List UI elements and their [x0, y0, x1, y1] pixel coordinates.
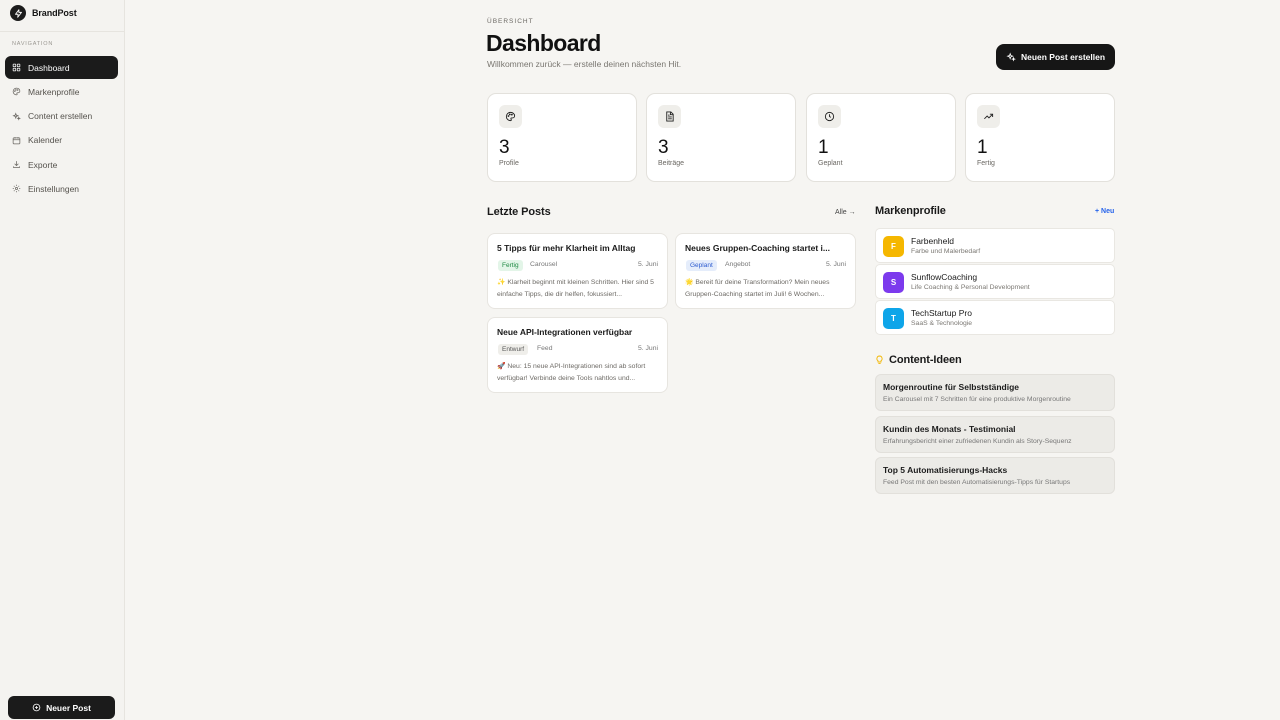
status-badge: Geplant [686, 260, 717, 271]
brand-logo-icon [10, 5, 26, 21]
stat-label: Geplant [818, 160, 843, 167]
idea-card[interactable]: Kundin des Monats - Testimonial Erfahrun… [875, 416, 1115, 453]
grid-icon [12, 63, 21, 72]
idea-description: Feed Post mit den besten Automatisierung… [883, 479, 1071, 486]
post-date: 5. Juni [637, 345, 658, 352]
sidebar-item-label: Einstellungen [28, 183, 80, 194]
sidebar-item-label: Content erstellen [28, 111, 93, 122]
profile-name: Farbenheld [911, 236, 955, 246]
sidebar-nav: Dashboard Markenprofile Content erstelle… [5, 56, 118, 202]
stat-label: Fertig [977, 160, 995, 167]
profiles-title: Markenprofile [875, 205, 946, 217]
sidebar-divider [0, 31, 125, 32]
gear-icon [12, 185, 21, 193]
brand[interactable]: BrandPost [10, 4, 77, 22]
post-title: Neues Gruppen-Coaching startet i... [685, 243, 830, 253]
create-post-label: Neuen Post erstellen [1020, 52, 1106, 62]
page-subtitle: Willkommen zurück — erstelle deinen näch… [487, 59, 682, 69]
post-type: Angebot [725, 261, 751, 268]
clock-icon [818, 105, 841, 128]
post-date: 5. Juni [825, 261, 846, 268]
sidebar: BrandPost NAVIGATION Dashboard Markenpro… [0, 0, 125, 720]
calendar-icon [12, 137, 21, 145]
profile-category: SaaS & Technologie [911, 320, 973, 327]
post-card[interactable]: Neues Gruppen-Coaching startet i... Gepl… [675, 233, 856, 309]
post-type: Carousel [530, 261, 558, 268]
all-posts-link[interactable]: Alle → [835, 209, 856, 216]
status-badge: Entwurf [498, 344, 529, 355]
palette-icon [499, 105, 522, 128]
sidebar-item-label: Kalender [28, 135, 63, 146]
stat-card-geplant: 1 Geplant [806, 93, 956, 182]
profile-category: Farbe und Malerbedarf [911, 248, 981, 255]
post-date: 5. Juni [637, 261, 658, 268]
profile-category: Life Coaching & Personal Development [911, 284, 1030, 291]
ideas-header: Content-Ideen [875, 354, 962, 366]
page-title: Dashboard [486, 30, 601, 56]
sidebar-item-markenprofile[interactable]: Markenprofile [5, 80, 118, 103]
idea-title: Top 5 Automatisierungs-Hacks [883, 465, 1008, 475]
stat-label: Profile [499, 160, 519, 167]
profile-item[interactable]: S SunflowCoaching Life Coaching & Person… [875, 264, 1115, 299]
palette-icon [12, 88, 21, 96]
sidebar-item-label: Exporte [28, 159, 58, 170]
avatar: F [883, 236, 904, 257]
page-eyebrow: ÜBERSICHT [487, 18, 534, 25]
sparkles-icon [12, 111, 21, 121]
post-card[interactable]: Neue API-Integrationen verfügbar Entwurf… [487, 317, 668, 393]
stat-value: 1 [818, 137, 829, 158]
idea-title: Kundin des Monats - Testimonial [883, 424, 1016, 434]
avatar: T [883, 308, 904, 329]
trending-up-icon [977, 105, 1000, 128]
stat-card-profile: 3 Profile [487, 93, 637, 182]
post-card[interactable]: 5 Tipps für mehr Klarheit im Alltag Fert… [487, 233, 668, 309]
profile-item[interactable]: F Farbenheld Farbe und Malerbedarf [875, 228, 1115, 263]
recent-posts-title: Letzte Posts [487, 206, 551, 218]
post-type: Feed [537, 345, 553, 352]
plus-circle-icon [32, 703, 41, 712]
nav-header: NAVIGATION [12, 41, 54, 47]
stat-value: 3 [658, 137, 669, 158]
stat-card-beitraege: 3 Beiträge [646, 93, 796, 182]
stat-card-fertig: 1 Fertig [965, 93, 1115, 182]
sidebar-item-label: Markenprofile [28, 86, 80, 97]
post-excerpt: 🌟 Bereit für deine Transformation? Mein … [685, 279, 830, 298]
profile-name: SunflowCoaching [911, 272, 978, 282]
new-post-label: Neuer Post [46, 702, 91, 713]
idea-card[interactable]: Morgenroutine für Selbstständige Ein Car… [875, 374, 1115, 411]
sidebar-item-content-erstellen[interactable]: Content erstellen [5, 105, 118, 128]
ideas-title: Content-Ideen [889, 354, 962, 366]
idea-description: Erfahrungsbericht einer zufriedenen Kund… [883, 438, 1072, 445]
sidebar-item-dashboard[interactable]: Dashboard [5, 56, 118, 79]
idea-title: Morgenroutine für Selbstständige [883, 382, 1020, 392]
sidebar-item-kalender[interactable]: Kalender [5, 129, 118, 152]
stat-value: 3 [499, 137, 510, 158]
sidebar-item-label: Dashboard [28, 62, 70, 73]
post-excerpt: 🚀 Neu: 15 neue API-Integrationen sind ab… [497, 363, 646, 382]
idea-description: Ein Carousel mit 7 Schritten für eine pr… [883, 396, 1071, 403]
profile-name: TechStartup Pro [911, 308, 972, 318]
sidebar-item-einstellungen[interactable]: Einstellungen [5, 177, 118, 200]
sidebar-item-exporte[interactable]: Exporte [5, 153, 118, 176]
profile-item[interactable]: T TechStartup Pro SaaS & Technologie [875, 300, 1115, 335]
post-excerpt: ✨ Klarheit beginnt mit kleinen Schritten… [497, 279, 654, 298]
post-title: 5 Tipps für mehr Klarheit im Alltag [497, 243, 636, 253]
post-title: Neue API-Integrationen verfügbar [497, 327, 633, 337]
avatar: S [883, 272, 904, 293]
stat-value: 1 [977, 137, 988, 158]
status-badge: Fertig [498, 260, 523, 271]
new-profile-link[interactable]: + Neu [1095, 208, 1114, 215]
create-post-button[interactable]: Neuen Post erstellen [996, 44, 1115, 70]
download-icon [13, 161, 20, 169]
idea-card[interactable]: Top 5 Automatisierungs-Hacks Feed Post m… [875, 457, 1115, 494]
new-post-button[interactable]: Neuer Post [8, 696, 115, 719]
lightbulb-icon [876, 355, 883, 364]
document-icon [658, 105, 681, 128]
brand-name: BrandPost [32, 8, 77, 18]
sparkles-icon [1006, 52, 1016, 62]
stat-label: Beiträge [658, 160, 685, 167]
